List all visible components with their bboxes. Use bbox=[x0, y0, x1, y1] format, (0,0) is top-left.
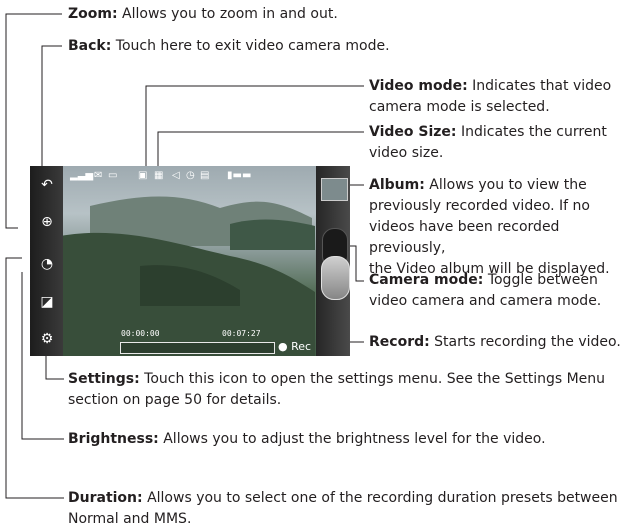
signal-icon: ▂▃▅ bbox=[70, 170, 94, 181]
storage-bar: ▮▬▬ bbox=[227, 170, 252, 181]
rec-indicator: ● Rec bbox=[278, 340, 312, 353]
video-size-desc-2: video size. bbox=[369, 145, 444, 161]
zoom-callout: Zoom: Allows you to zoom in and out. bbox=[68, 4, 338, 25]
elapsed-time: 00:00:00 bbox=[121, 329, 160, 338]
brightness-title: Brightness: bbox=[68, 431, 159, 447]
back-icon[interactable]: ↶ bbox=[39, 177, 55, 193]
duration-callout: Duration: Allows you to select one of th… bbox=[68, 488, 634, 530]
album-desc-3: videos have been recorded previously, bbox=[369, 219, 560, 256]
record-callout: Record: Starts recording the video. bbox=[369, 332, 621, 353]
video-size-title: Video Size: bbox=[369, 124, 457, 140]
camera-mode-title: Camera mode: bbox=[369, 272, 484, 288]
message-icon: ✉ bbox=[94, 170, 103, 181]
video-mode-callout: Video mode: Indicates that video camera … bbox=[369, 76, 611, 118]
duration-desc-2: Normal and MMS. bbox=[68, 511, 192, 527]
gear-icon[interactable]: ⚙ bbox=[39, 331, 55, 347]
back-callout: Back: Touch here to exit video camera mo… bbox=[68, 36, 390, 57]
back-title: Back: bbox=[68, 38, 112, 54]
settings-title: Settings: bbox=[68, 371, 140, 387]
video-mode-title: Video mode: bbox=[369, 78, 468, 94]
video-size-callout: Video Size: Indicates the current video … bbox=[369, 122, 607, 164]
camera-mode-callout: Camera mode: Toggle between video camera… bbox=[369, 270, 601, 312]
camera-mode-desc-1: Toggle between bbox=[487, 272, 598, 288]
remaining-time: 00:07:27 bbox=[222, 329, 261, 338]
album-desc-2: previously recorded video. If no bbox=[369, 198, 590, 214]
video-size-desc-1: Indicates the current bbox=[460, 124, 607, 140]
landscape-image bbox=[60, 196, 315, 356]
zoom-title: Zoom: bbox=[68, 6, 118, 22]
camera-preview bbox=[30, 166, 350, 356]
back-desc: Touch here to exit video camera mode. bbox=[115, 38, 390, 54]
album-callout: Album: Allows you to view the previously… bbox=[369, 175, 634, 280]
brightness-callout: Brightness: Allows you to adjust the bri… bbox=[68, 429, 546, 450]
timer-icon[interactable]: ◔ bbox=[39, 256, 55, 272]
rec-label: Rec bbox=[291, 340, 312, 353]
duration-title: Duration: bbox=[68, 490, 143, 506]
video-mode-icon: ▣ bbox=[138, 170, 148, 181]
brightness-desc: Allows you to adjust the brightness leve… bbox=[163, 431, 546, 447]
brightness-icon[interactable]: ◪ bbox=[39, 294, 55, 310]
record-desc: Starts recording the video. bbox=[434, 334, 621, 350]
camera-mode-desc-2: video camera and camera mode. bbox=[369, 293, 602, 309]
album-desc-1: Allows you to view the bbox=[429, 177, 587, 193]
album-thumbnail[interactable] bbox=[321, 178, 348, 201]
memory-icon: ▤ bbox=[200, 170, 210, 181]
recording-progress bbox=[120, 342, 275, 354]
video-mode-desc-2: camera mode is selected. bbox=[369, 99, 550, 115]
speaker-icon: ◁ bbox=[172, 170, 180, 181]
zoom-icon[interactable]: ⊕ bbox=[39, 214, 55, 230]
record-title: Record: bbox=[369, 334, 430, 350]
battery-icon: ▭ bbox=[108, 170, 118, 181]
video-size-icon: ▦ bbox=[154, 170, 164, 181]
stopwatch-icon: ◷ bbox=[186, 170, 195, 181]
album-title: Album: bbox=[369, 177, 425, 193]
record-button[interactable] bbox=[321, 256, 350, 300]
duration-desc-1: Allows you to select one of the recordin… bbox=[147, 490, 618, 506]
zoom-desc: Allows you to zoom in and out. bbox=[122, 6, 338, 22]
settings-desc-1: Touch this icon to open the settings men… bbox=[144, 371, 606, 387]
video-mode-desc-1: Indicates that video bbox=[472, 78, 612, 94]
settings-desc-2: section on page 50 for details. bbox=[68, 392, 282, 408]
settings-callout: Settings: Touch this icon to open the se… bbox=[68, 369, 634, 411]
